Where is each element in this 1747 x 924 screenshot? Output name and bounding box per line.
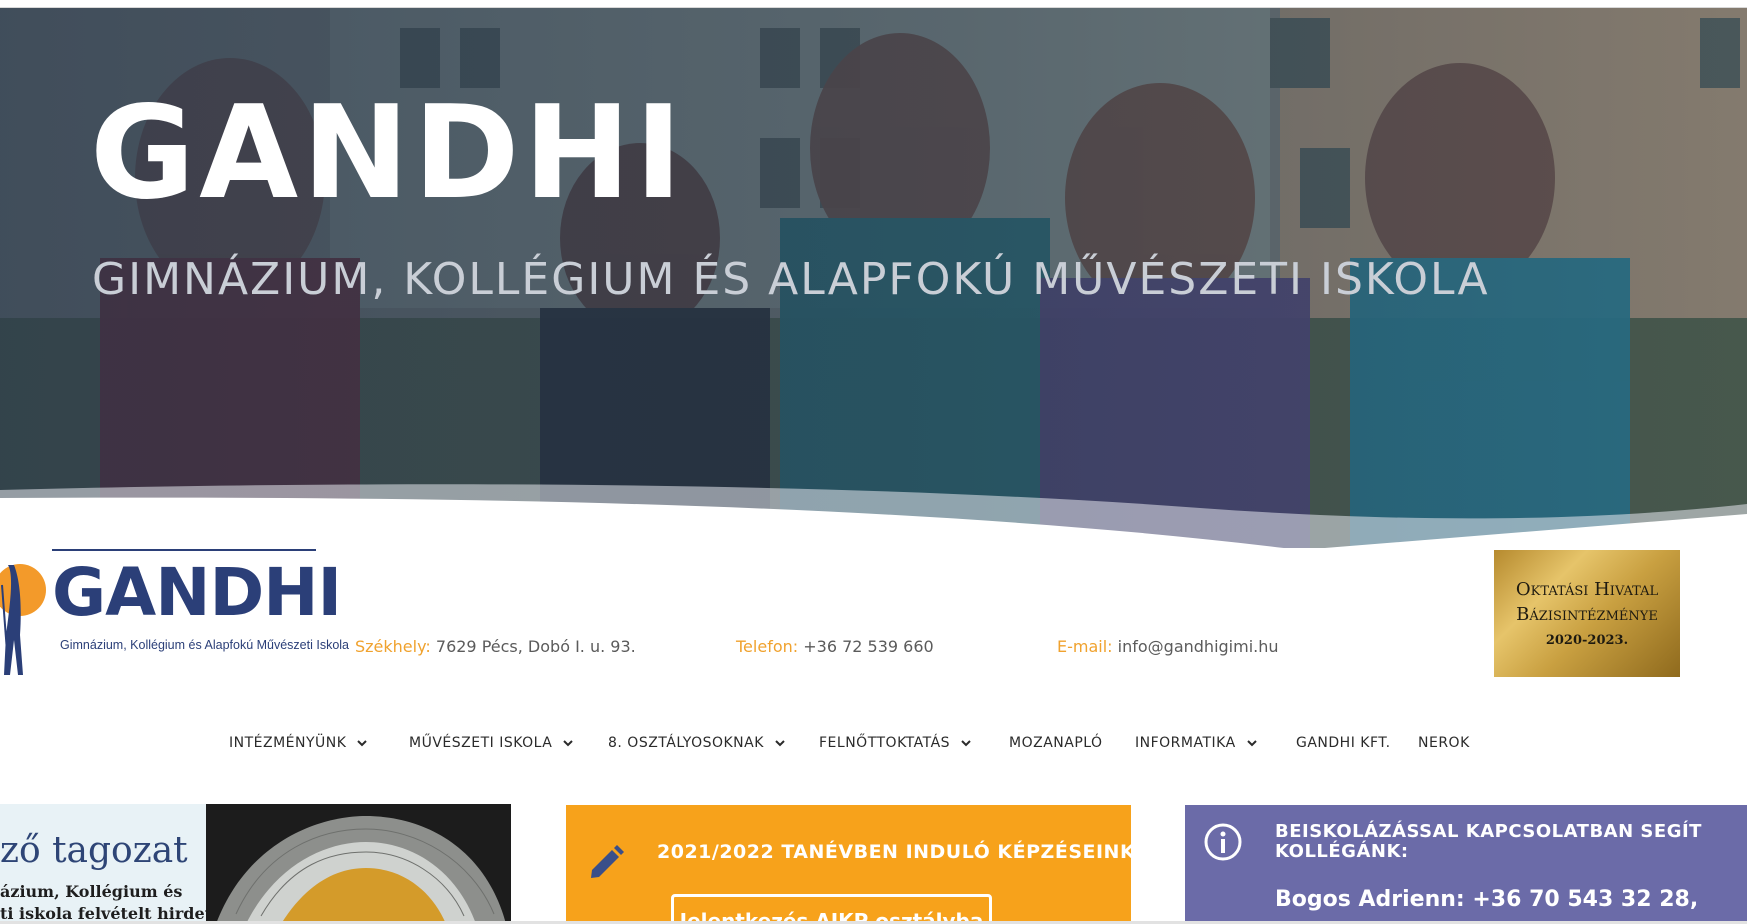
hero-title: GANDHI	[90, 79, 687, 228]
nav-item-muveszeti-iskola[interactable]: MŰVÉSZETI ISKOLA	[409, 735, 576, 751]
courses-card: 2021/2022 TANÉVBEN INDULÓ KÉPZÉSEINK Jel…	[566, 805, 1131, 924]
badge-line-3: 2020-2023.	[1545, 633, 1629, 648]
main-navigation: INTÉZMÉNYÜNK MŰVÉSZETI ISKOLA 8. OSZTÁLY…	[0, 735, 1747, 759]
admission-banner-card[interactable]: ző tagozat ázium, Kollégium és ti iskola…	[0, 804, 511, 924]
banner-text-panel: ző tagozat ázium, Kollégium és ti iskola…	[0, 804, 212, 924]
logo-emblem-icon	[0, 564, 46, 675]
enrollment-title: BEISKOLÁZÁSSAL KAPCSOLATBAN SEGÍT KOLLÉG…	[1275, 821, 1702, 862]
phone-value[interactable]: +36 72 539 660	[803, 637, 933, 656]
chevron-down-icon	[775, 740, 785, 747]
nav-label: MŰVÉSZETI ISKOLA	[409, 735, 553, 751]
browser-top-strip	[0, 0, 1747, 8]
apply-ajkp-button[interactable]: Jelentkezés AJKP osztályba	[671, 894, 992, 924]
chevron-down-icon	[357, 740, 368, 747]
logo-rule	[52, 549, 316, 551]
nav-item-informatika[interactable]: INFORMATIKA	[1135, 735, 1260, 751]
site-logo[interactable]: GANDHI Gimnázium, Kollégium és Alapfokú …	[0, 545, 349, 675]
banner-tagline: ző tagozat	[0, 830, 188, 871]
nav-label: GANDHI KFT.	[1296, 735, 1391, 751]
nav-item-intezmenyunk[interactable]: INTÉZMÉNYÜNK	[229, 735, 370, 751]
courses-title: 2021/2022 TANÉVBEN INDULÓ KÉPZÉSEINK	[657, 841, 1131, 863]
chevron-down-icon	[563, 740, 574, 747]
oktatasi-hivatal-badge[interactable]: Oktatási Hivatal Bázisintézménye 2020-20…	[1494, 550, 1680, 677]
enrollment-contact-card: BEISKOLÁZÁSSAL KAPCSOLATBAN SEGÍT KOLLÉG…	[1185, 805, 1747, 924]
hero-subtitle: GIMNÁZIUM, KOLLÉGIUM ÉS ALAPFOKÚ MŰVÉSZE…	[92, 254, 1490, 305]
pencil-icon	[591, 845, 624, 878]
nav-item-nerok[interactable]: NEROK	[1418, 735, 1470, 751]
contact-phone[interactable]: Telefon: +36 72 539 660	[736, 637, 934, 656]
phone-label: Telefon:	[736, 637, 799, 656]
banner-line-1: ázium, Kollégium és	[0, 882, 183, 901]
address-value: 7629 Pécs, Dobó I. u. 93.	[435, 637, 636, 656]
address-label: Székhely:	[355, 637, 431, 656]
contact-address: Székhely: 7629 Pécs, Dobó I. u. 93.	[355, 637, 636, 656]
hero-wave-divider	[0, 484, 1747, 548]
chevron-down-icon	[961, 740, 971, 747]
nav-item-felnottoktatas[interactable]: FELNŐTTOKTATÁS	[819, 735, 974, 751]
chevron-down-icon	[1246, 740, 1257, 747]
nav-label: INFORMATIKA	[1135, 735, 1236, 751]
info-icon	[1204, 823, 1242, 861]
contact-email[interactable]: E-mail: info@gandhigimi.hu	[1057, 637, 1279, 656]
nav-label: INTÉZMÉNYÜNK	[229, 735, 347, 751]
nav-label: NEROK	[1418, 735, 1470, 751]
nav-item-8-osztalyosoknak[interactable]: 8. OSZTÁLYOSOKNAK	[608, 735, 788, 751]
badge-line-1: Oktatási Hivatal	[1515, 579, 1659, 600]
email-label: E-mail:	[1057, 637, 1113, 656]
logo-text: GANDHI	[52, 554, 342, 631]
logo-subtitle: Gimnázium, Kollégium és Alapfokú Művésze…	[60, 638, 350, 652]
nav-label: 8. OSZTÁLYOSOKNAK	[608, 735, 764, 751]
nav-item-mozanaplo[interactable]: MOZANAPLÓ	[1009, 735, 1103, 751]
enrollment-contact: Bogos Adrienn: +36 70 543 32 28,	[1275, 887, 1699, 912]
banner-arch-photo	[206, 804, 511, 924]
nav-label: MOZANAPLÓ	[1009, 735, 1103, 751]
nav-item-gandhi-kft[interactable]: GANDHI KFT.	[1296, 735, 1391, 751]
hero-banner: GANDHI GIMNÁZIUM, KOLLÉGIUM ÉS ALAPFOKÚ …	[0, 8, 1747, 548]
nav-label: FELNŐTTOKTATÁS	[819, 735, 951, 751]
badge-line-2: Bázisintézménye	[1516, 604, 1658, 625]
email-value[interactable]: info@gandhigimi.hu	[1118, 637, 1279, 656]
